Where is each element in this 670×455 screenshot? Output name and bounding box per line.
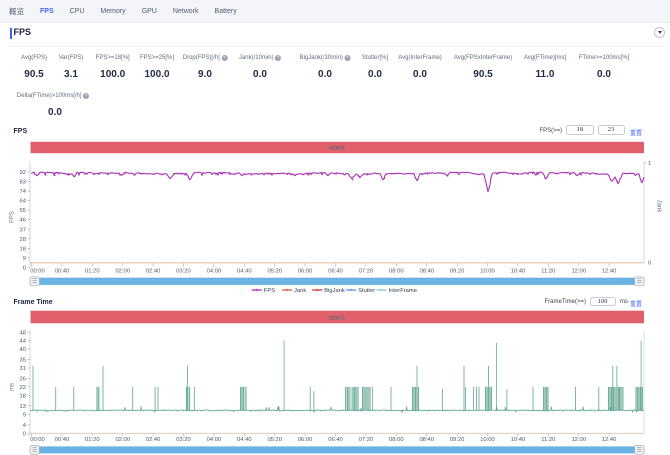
svg-text:40: 40 xyxy=(20,347,26,353)
svg-text:06:40: 06:40 xyxy=(328,437,343,443)
svg-text:10:00: 10:00 xyxy=(480,437,495,443)
svg-text:64: 64 xyxy=(20,199,27,205)
svg-text:11:20: 11:20 xyxy=(541,437,555,443)
svg-text:0: 0 xyxy=(23,431,26,437)
svg-text:02:00: 02:00 xyxy=(115,268,130,274)
svg-text:9: 9 xyxy=(23,412,26,418)
svg-text:0: 0 xyxy=(23,266,26,272)
svg-text:05:20: 05:20 xyxy=(267,268,282,274)
svg-text:09:20: 09:20 xyxy=(450,437,465,443)
svg-text:05:20: 05:20 xyxy=(267,437,282,443)
svg-text:74: 74 xyxy=(20,189,27,195)
svg-text:07:20: 07:20 xyxy=(359,437,374,443)
svg-text:12:40: 12:40 xyxy=(602,268,617,274)
svg-text:18: 18 xyxy=(20,246,26,252)
svg-text:FPS: FPS xyxy=(10,211,16,223)
svg-text:37: 37 xyxy=(20,227,26,233)
svg-text:10:40: 10:40 xyxy=(511,268,526,274)
svg-text:BigJank: BigJank xyxy=(324,288,345,294)
svg-text:10:00: 10:00 xyxy=(480,268,495,274)
svg-text:06:00: 06:00 xyxy=(298,437,313,443)
svg-text:06:40: 06:40 xyxy=(328,268,343,274)
svg-text:92: 92 xyxy=(20,170,26,176)
svg-text:ms: ms xyxy=(10,383,16,391)
svg-text:label1: label1 xyxy=(329,314,346,321)
svg-text:01:20: 01:20 xyxy=(85,268,100,274)
svg-text:18: 18 xyxy=(20,394,26,400)
svg-text:00:40: 00:40 xyxy=(55,268,70,274)
svg-text:44: 44 xyxy=(20,339,27,345)
svg-text:04:00: 04:00 xyxy=(207,268,222,274)
svg-text:00:00: 00:00 xyxy=(30,268,45,274)
svg-text:31: 31 xyxy=(20,366,26,372)
svg-text:01:20: 01:20 xyxy=(85,437,100,443)
svg-text:FPS: FPS xyxy=(264,288,275,294)
svg-text:22: 22 xyxy=(20,385,26,391)
svg-text:02:40: 02:40 xyxy=(146,268,161,274)
svg-text:00:00: 00:00 xyxy=(30,437,45,443)
svg-text:02:00: 02:00 xyxy=(115,437,130,443)
svg-text:03:20: 03:20 xyxy=(176,268,191,274)
svg-text:11:20: 11:20 xyxy=(541,268,555,274)
svg-text:Jank: Jank xyxy=(656,200,662,214)
svg-text:08:40: 08:40 xyxy=(419,268,434,274)
svg-text:4: 4 xyxy=(23,423,27,429)
svg-text:10:40: 10:40 xyxy=(511,437,526,443)
svg-text:12:00: 12:00 xyxy=(571,268,586,274)
svg-text:08:00: 08:00 xyxy=(389,437,404,443)
svg-text:13: 13 xyxy=(20,404,26,410)
svg-text:07:20: 07:20 xyxy=(359,268,374,274)
svg-text:35: 35 xyxy=(20,358,26,364)
svg-text:04:40: 04:40 xyxy=(237,268,252,274)
svg-text:03:20: 03:20 xyxy=(176,437,191,443)
svg-text:06:00: 06:00 xyxy=(298,268,313,274)
svg-text:46: 46 xyxy=(20,218,26,224)
svg-text:26: 26 xyxy=(20,377,26,383)
svg-text:12:00: 12:00 xyxy=(571,437,586,443)
svg-text:09:20: 09:20 xyxy=(450,268,465,274)
svg-text:48: 48 xyxy=(20,330,26,336)
svg-text:55: 55 xyxy=(20,208,26,214)
svg-text:02:40: 02:40 xyxy=(146,437,161,443)
svg-text:Jank: Jank xyxy=(294,288,306,294)
svg-text:28: 28 xyxy=(20,237,26,243)
svg-text:08:00: 08:00 xyxy=(389,268,404,274)
svg-text:83: 83 xyxy=(20,180,26,186)
svg-text:08:40: 08:40 xyxy=(419,437,434,443)
svg-text:label1: label1 xyxy=(329,145,346,152)
svg-text:9: 9 xyxy=(23,256,26,262)
svg-text:12:40: 12:40 xyxy=(602,437,617,443)
svg-text:Stutter: Stutter xyxy=(358,288,375,294)
svg-text:04:40: 04:40 xyxy=(237,437,252,443)
svg-text:00:40: 00:40 xyxy=(55,437,70,443)
svg-text:0: 0 xyxy=(648,260,651,266)
svg-text:04:00: 04:00 xyxy=(207,437,222,443)
svg-text:1: 1 xyxy=(648,161,651,167)
svg-text:InterFrame: InterFrame xyxy=(389,288,417,294)
